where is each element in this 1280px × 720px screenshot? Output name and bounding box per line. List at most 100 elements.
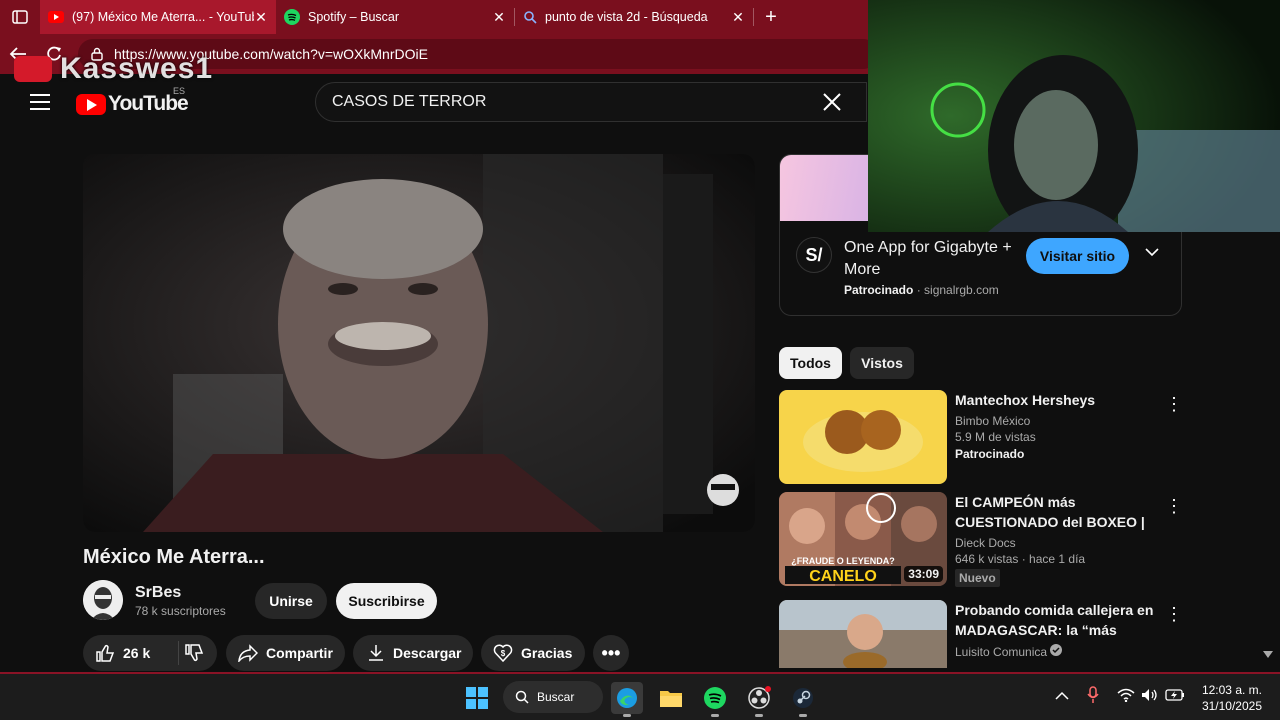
download-label: Descargar bbox=[393, 645, 462, 661]
share-label: Compartir bbox=[266, 645, 333, 661]
chip-vistos[interactable]: Vistos bbox=[850, 347, 914, 379]
new-badge: Nuevo bbox=[955, 569, 1000, 587]
thanks-button[interactable]: $ Gracias bbox=[481, 635, 585, 671]
views: 646 k vistas bbox=[955, 552, 1019, 566]
like-button[interactable]: 26 k bbox=[83, 641, 179, 665]
spotify-icon bbox=[284, 9, 300, 25]
thumbnail-image bbox=[779, 600, 947, 668]
search-input[interactable]: CASOS DE TERROR bbox=[315, 82, 867, 122]
microphone-indicator[interactable] bbox=[1087, 686, 1099, 707]
close-icon[interactable]: ✕ bbox=[731, 9, 745, 26]
show-hidden-icons[interactable] bbox=[1055, 688, 1069, 704]
download-button[interactable]: Descargar bbox=[353, 635, 473, 671]
webcam-overlay bbox=[868, 0, 1280, 232]
chevron-up-icon bbox=[1055, 691, 1069, 700]
tab-actions-button[interactable] bbox=[0, 0, 40, 34]
channel-name[interactable]: SrBes bbox=[135, 584, 181, 602]
more-vertical-icon[interactable]: ⋮ bbox=[1165, 604, 1182, 625]
thumbs-down-icon bbox=[185, 644, 204, 662]
ad-domain: signalrgb.com bbox=[924, 283, 999, 297]
video-thumbnail[interactable] bbox=[779, 390, 947, 484]
sponsored-label: Patrocinado bbox=[844, 283, 914, 297]
tab-title: (97) México Me Aterra... - YouTube bbox=[72, 10, 254, 24]
channel-label: Luisito Comunica bbox=[955, 645, 1048, 659]
more-vertical-icon[interactable]: ⋮ bbox=[1165, 394, 1183, 415]
chip-todos[interactable]: Todos bbox=[779, 347, 842, 379]
avatar[interactable] bbox=[83, 580, 123, 620]
speaker-icon bbox=[1142, 689, 1157, 701]
search-icon bbox=[524, 11, 537, 24]
list-item[interactable]: ¿FRAUDE O LEYENDA? CANELO 33:09 El CAMPE… bbox=[779, 492, 1183, 588]
close-icon[interactable]: ✕ bbox=[492, 9, 506, 26]
more-horizontal-icon: ••• bbox=[601, 642, 621, 663]
upload-age: hace 1 día bbox=[1029, 552, 1086, 566]
list-item[interactable]: Mantechox Hersheys Bimbo México 5.9 M de… bbox=[779, 390, 1183, 486]
list-item[interactable]: Probando comida callejera en MADAGASCAR:… bbox=[779, 600, 1182, 668]
video-frame bbox=[83, 154, 755, 532]
search-value: CASOS DE TERROR bbox=[332, 93, 487, 110]
new-tab-button[interactable]: + bbox=[754, 6, 788, 29]
start-button[interactable] bbox=[461, 682, 493, 714]
video-title[interactable]: Probando comida callejera en MADAGASCAR:… bbox=[955, 600, 1155, 640]
youtube-play-icon bbox=[76, 93, 106, 115]
windows-icon bbox=[466, 687, 488, 709]
video-thumbnail[interactable]: ¿FRAUDE O LEYENDA? CANELO 33:09 bbox=[779, 492, 947, 586]
video-title[interactable]: El CAMPEÓN más CUESTIONADO del BOXEO | .… bbox=[955, 492, 1155, 532]
taskbar-search[interactable]: Buscar bbox=[503, 681, 603, 713]
wifi-indicator[interactable] bbox=[1117, 688, 1135, 705]
steam-app[interactable] bbox=[787, 682, 819, 717]
youtube-logo[interactable]: YouTube ES bbox=[76, 86, 189, 116]
channel-name[interactable]: Dieck Docs bbox=[955, 536, 1155, 550]
channel-name[interactable]: Bimbo México bbox=[955, 414, 1155, 428]
edge-app[interactable] bbox=[611, 682, 643, 717]
spotify-app[interactable] bbox=[699, 682, 731, 717]
tab-search[interactable]: punto de vista 2d - Búsqueda ✕ bbox=[515, 0, 753, 34]
browser-tab-bar: (97) México Me Aterra... - YouTube ✕ Spo… bbox=[0, 0, 868, 34]
search-icon bbox=[515, 690, 529, 704]
clear-search-icon[interactable] bbox=[822, 92, 842, 112]
edge-icon bbox=[617, 688, 637, 708]
video-player[interactable] bbox=[83, 154, 755, 532]
stream-watermark: Kasswes1 bbox=[14, 52, 213, 86]
download-icon bbox=[369, 645, 383, 661]
super-thanks-icon: $ bbox=[493, 644, 513, 663]
scroll-down-arrow[interactable] bbox=[1263, 651, 1273, 658]
tab-actions-icon bbox=[12, 10, 28, 24]
like-dislike-group: 26 k bbox=[83, 635, 217, 671]
tab-youtube[interactable]: (97) México Me Aterra... - YouTube ✕ bbox=[40, 0, 276, 34]
view-count: 646 k vistas · hace 1 día bbox=[955, 552, 1086, 566]
thumbnail-headline: CANELO bbox=[809, 568, 877, 585]
visit-site-button[interactable]: Visitar sitio bbox=[1026, 238, 1129, 274]
youtube-icon bbox=[48, 11, 64, 23]
file-explorer-app[interactable] bbox=[655, 682, 687, 714]
menu-icon[interactable] bbox=[30, 94, 50, 115]
more-vertical-icon[interactable]: ⋮ bbox=[1165, 496, 1183, 517]
channel-avatar-icon bbox=[83, 580, 123, 620]
video-title[interactable]: Mantechox Hersheys bbox=[955, 390, 1155, 410]
steam-icon bbox=[793, 688, 813, 708]
close-icon[interactable]: ✕ bbox=[254, 9, 268, 26]
obs-app[interactable] bbox=[743, 682, 775, 717]
video-thumbnail[interactable] bbox=[779, 600, 947, 668]
subscribe-button[interactable]: Suscribirse bbox=[336, 583, 437, 619]
tab-spotify[interactable]: Spotify – Buscar ✕ bbox=[276, 0, 514, 34]
more-actions-button[interactable]: ••• bbox=[593, 635, 629, 671]
video-duration: 33:09 bbox=[904, 566, 943, 582]
verified-icon bbox=[1050, 644, 1063, 656]
chevron-down-icon[interactable] bbox=[1145, 247, 1159, 257]
channel-name[interactable]: Luisito Comunica bbox=[955, 644, 1155, 659]
volume-indicator[interactable] bbox=[1141, 688, 1159, 705]
tab-title: Spotify – Buscar bbox=[308, 10, 400, 24]
folder-icon bbox=[660, 691, 682, 707]
thumbnail-caption: ¿FRAUDE O LEYENDA? bbox=[791, 556, 895, 566]
battery-indicator[interactable] bbox=[1165, 688, 1185, 705]
share-button[interactable]: Compartir bbox=[226, 635, 345, 671]
video-info: El CAMPEÓN más CUESTIONADO del BOXEO | .… bbox=[955, 492, 1155, 587]
battery-charging-icon bbox=[1165, 689, 1184, 701]
dislike-button[interactable] bbox=[179, 643, 217, 663]
sponsored-badge: Patrocinado bbox=[955, 447, 1025, 461]
running-indicator bbox=[755, 714, 763, 717]
like-count: 26 k bbox=[123, 645, 151, 661]
system-clock[interactable]: 12:03 a. m. 31/10/2025 bbox=[1196, 682, 1262, 714]
join-button[interactable]: Unirse bbox=[255, 583, 327, 619]
